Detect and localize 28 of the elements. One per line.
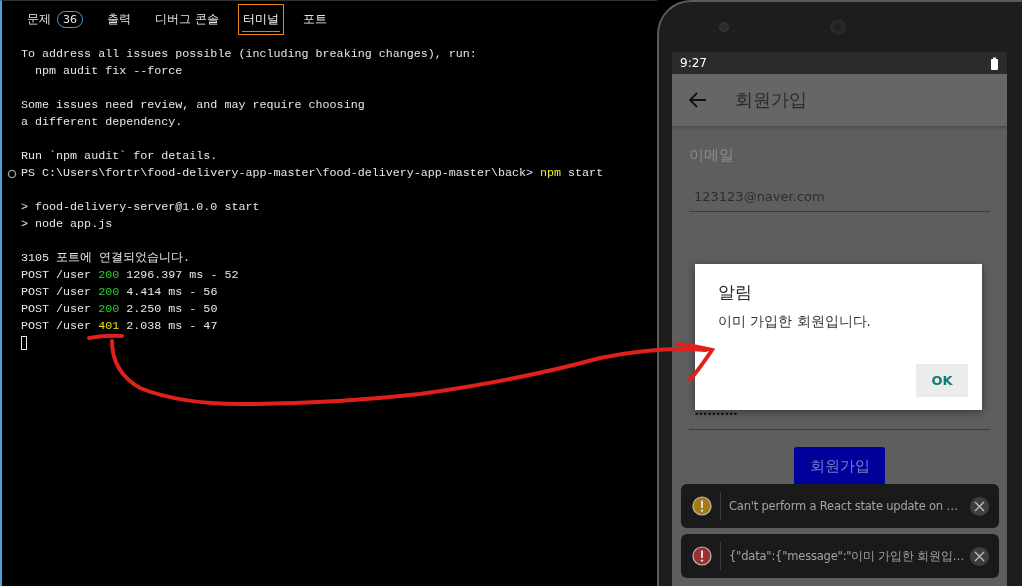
terminal-line: Run `npm audit` for details. <box>21 148 219 165</box>
panel-tab[interactable]: 출력 <box>102 4 136 35</box>
terminal-line: POST /user 401 2.038 ms - 47 <box>21 318 219 335</box>
terminal-line: POST /user 200 2.250 ms - 50 <box>21 301 219 318</box>
panel-tab[interactable]: 디버그 콘솔 <box>150 4 224 35</box>
toast-message: Can't perform a React state update on … <box>729 499 959 513</box>
terminal-line: npm audit fix --force <box>34 63 184 80</box>
terminal-line: > node app.js <box>21 216 114 233</box>
signup-button[interactable]: 회원가입 <box>794 447 885 485</box>
terminal-line: > food-delivery-server@1.0.0 start <box>21 199 261 216</box>
log-toast[interactable]: {"data":{"message":"이미 가입한 회원입… <box>681 534 999 578</box>
terminal-line: 3105 포트에 연결되었습니다. <box>21 250 192 267</box>
panel-tab[interactable]: 포트 <box>297 4 332 35</box>
panel-tab[interactable]: 터미널 <box>237 4 284 35</box>
terminal-line: PS C:\Users\fortr\food-delivery-app-master\food-delivery-app-master\back> npm start <box>21 165 605 182</box>
panel-tab[interactable]: 문제 36 <box>22 4 88 35</box>
terminal-line: To address all issues possible (including breaking changes), run: <box>21 46 478 63</box>
ok-button[interactable]: OK <box>916 364 968 397</box>
terminal-line: POST /user 200 1296.397 ms - 52 <box>21 267 240 284</box>
dialog-title: 알림 <box>718 281 753 304</box>
status-time: 9:27 <box>680 56 707 70</box>
log-toast[interactable]: Can't perform a React state update on … <box>681 484 999 528</box>
screen-title: 회원가입 <box>735 88 807 112</box>
terminal-line: POST /user 200 4.414 ms - 56 <box>21 284 219 301</box>
terminal-line: a different dependency. <box>21 114 184 131</box>
dialog-message: 이미 가입한 회원입니다. <box>718 313 872 331</box>
toast-message: {"data":{"message":"이미 가입한 회원입… <box>729 548 962 564</box>
terminal-line: Some issues need review, and may require choosing <box>21 97 366 114</box>
